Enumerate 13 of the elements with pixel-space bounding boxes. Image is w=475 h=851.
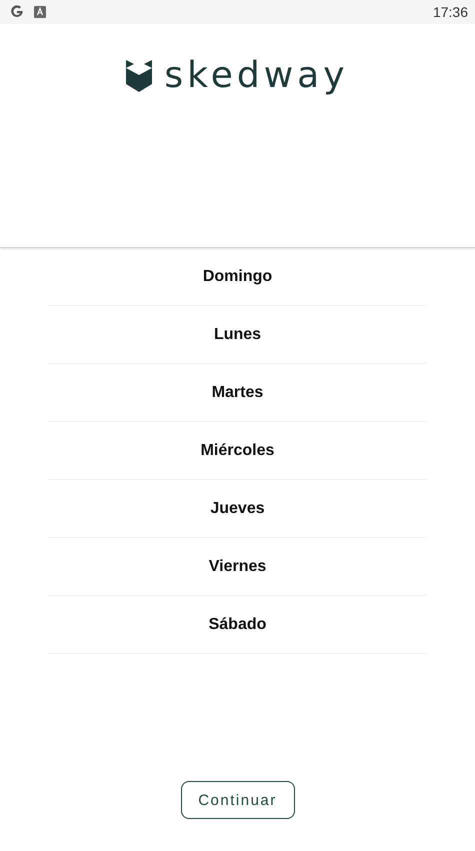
google-icon [10,5,24,19]
status-time: 17:36 [432,4,468,20]
day-row[interactable]: Domingo [48,248,427,306]
day-row[interactable]: Viernes [48,538,427,596]
day-row[interactable]: Martes [48,364,427,422]
day-row[interactable]: Miércoles [48,422,427,480]
continue-button[interactable]: Continuar [180,781,294,819]
app-icon [34,6,46,18]
day-row[interactable]: Sábado [48,596,427,654]
day-row[interactable]: Jueves [48,480,427,538]
logo-wordmark: skedway [164,58,349,94]
day-row[interactable]: Lunes [48,306,427,364]
logo-icon [126,60,152,92]
